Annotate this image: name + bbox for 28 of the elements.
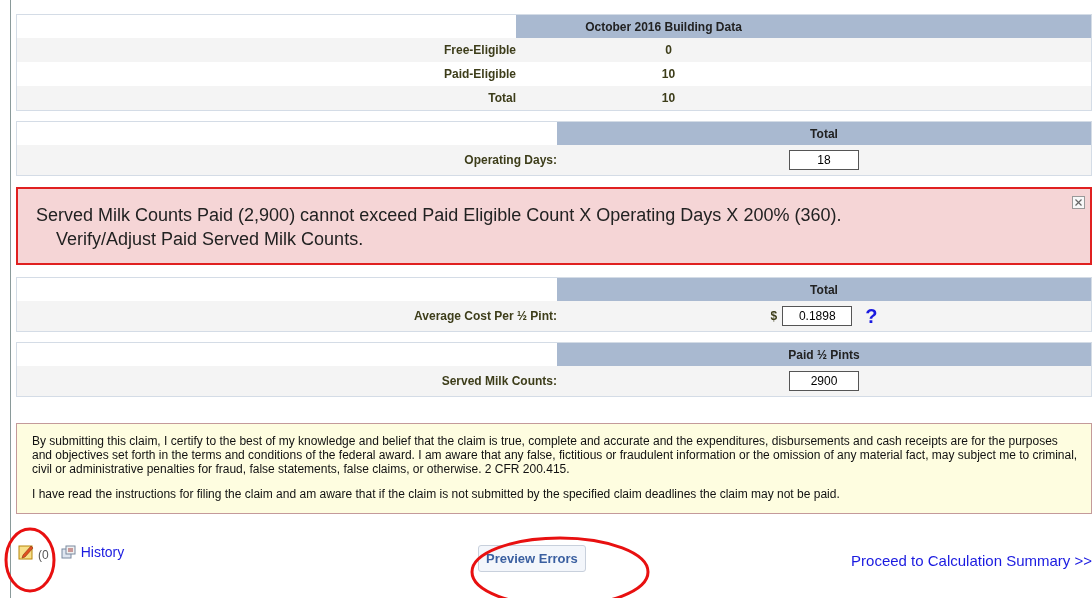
history-link[interactable]: History	[80, 544, 125, 560]
proceed-link[interactable]: Proceed to Calculation Summary >>	[851, 551, 1092, 569]
currency-symbol: $	[770, 309, 778, 323]
column-header: October 2016 Building Data	[584, 19, 743, 34]
input-field[interactable]: 2900	[789, 371, 859, 391]
help-link[interactable]: ?	[865, 304, 878, 328]
field-label: Served Milk Counts:	[441, 374, 557, 388]
column-header: Total	[557, 278, 1091, 301]
row-label: Free-Eligible	[443, 43, 516, 57]
error-message: Served Milk Counts Paid (2,900) cannot exceed Paid Eligible Count X Operating Days X 200% (360). Verify/Adjust Paid Served Milk Counts.	[16, 187, 1092, 265]
preview-errors-button[interactable]: Preview Errors	[478, 544, 586, 572]
close-icon[interactable]	[1072, 196, 1085, 209]
certification-notice: By submitting this claim, I certify to the best of my knowledge and belief that the claim is true, complete and accurate and the expenditures, disbursements and cash receipts are for the purposes and objectives set forth in the terms and conditions of the federal award. I am aware that any false, fictitious or fraudulent information or the omission of any material fact, may subject me to criminal, civil or administrative penalties for fraud, false statements, false claims, or otherwise. 2 CFR 200.415. I have read the instructions for filing the claim and am aware that if the claim is not submitted by the specified claim deadlines the claim may not be paid.	[16, 423, 1092, 514]
field-label: Average Cost Per ½ Pint:	[414, 309, 557, 323]
table-cell-text: 0	[664, 43, 673, 57]
notes-count: (0	[38, 548, 49, 562]
field-label: Operating Days:	[464, 153, 557, 167]
input-field[interactable]: 18	[789, 150, 859, 170]
annotation-ellipse	[4, 527, 56, 593]
column-header: Paid ½ Pints	[557, 343, 1091, 366]
row-label: Total	[488, 91, 516, 105]
table-cell-text: 10	[660, 67, 677, 81]
table-cell-text: 10	[660, 91, 677, 105]
row-label: Paid-Eligible	[444, 67, 516, 81]
history-icon[interactable]	[60, 545, 77, 559]
edit-note-icon[interactable]	[18, 544, 34, 560]
input-field[interactable]: 0.1898	[782, 306, 853, 326]
column-header: Total	[557, 122, 1091, 145]
